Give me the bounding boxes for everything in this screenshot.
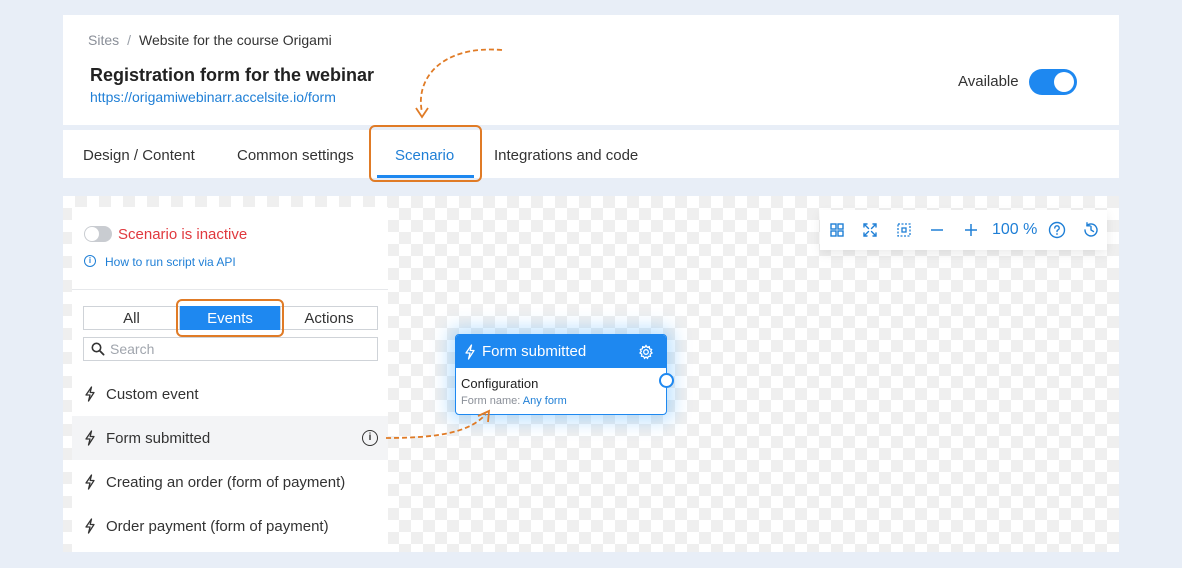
lightning-icon <box>85 474 95 490</box>
site-header: Sites / Website for the course Origami R… <box>63 15 1119 125</box>
history-icon[interactable] <box>1081 220 1101 240</box>
zoom-in-icon[interactable] <box>961 220 981 240</box>
search-input[interactable] <box>110 340 370 358</box>
tab-design-content[interactable]: Design / Content <box>83 147 195 164</box>
event-item-creating-order[interactable]: Creating an order (form of payment) <box>72 460 388 504</box>
tab-common-settings[interactable]: Common settings <box>237 147 354 164</box>
info-icon[interactable]: i <box>362 430 378 446</box>
fit-screen-icon[interactable] <box>860 220 880 240</box>
event-item-order-payment[interactable]: Order payment (form of payment) <box>72 504 388 548</box>
tab-integrations-code[interactable]: Integrations and code <box>494 147 638 164</box>
grid-icon[interactable] <box>827 220 847 240</box>
zoom-out-icon[interactable] <box>927 220 947 240</box>
event-item-label: Order payment (form of payment) <box>106 518 329 535</box>
lightning-icon <box>85 518 95 534</box>
breadcrumb-current[interactable]: Website for the course Origami <box>139 32 332 48</box>
node-form-label: Form name: <box>461 395 521 407</box>
gear-icon[interactable] <box>638 344 654 360</box>
node-output-port[interactable] <box>659 373 674 388</box>
search-field[interactable] <box>83 337 378 361</box>
page-url-link[interactable]: https://origamiwebinarr.accelsite.io/for… <box>90 89 336 105</box>
node-header[interactable]: Form submitted <box>456 335 666 368</box>
filter-actions[interactable]: Actions <box>280 306 378 330</box>
frame-select-icon[interactable] <box>894 220 914 240</box>
event-item-label: Creating an order (form of payment) <box>106 474 346 491</box>
event-item-label: Custom event <box>106 386 199 403</box>
help-icon[interactable] <box>1047 220 1067 240</box>
page-title: Registration form for the webinar <box>90 65 375 85</box>
breadcrumb-separator: / <box>127 32 132 48</box>
toggle-knob <box>85 227 99 241</box>
available-toggle[interactable] <box>1029 69 1077 95</box>
available-label: Available <box>958 73 1019 90</box>
breadcrumb: Sites / Website for the course Origami <box>88 32 332 48</box>
highlight-events-filter <box>176 299 284 337</box>
event-item-form-submitted[interactable]: Form submitted i <box>72 416 388 460</box>
filter-all[interactable]: All <box>83 306 180 330</box>
event-item-custom-event[interactable]: Custom event <box>72 372 388 416</box>
search-icon <box>91 342 105 356</box>
highlight-scenario-tab <box>369 125 482 182</box>
lightning-icon <box>465 344 475 360</box>
toggle-knob <box>1054 72 1074 92</box>
lightning-icon <box>85 430 95 446</box>
divider <box>72 289 388 290</box>
node-title: Form submitted <box>482 343 587 360</box>
zoom-level: 100 % <box>992 221 1038 238</box>
scenario-active-toggle[interactable] <box>84 226 112 242</box>
scenario-status: Scenario is inactive <box>118 226 248 243</box>
node-form-value[interactable]: Any form <box>523 395 567 407</box>
node-form-name: Form name: Any form <box>461 395 567 407</box>
scenario-node-form-submitted[interactable]: Form submitted Configuration Form name: … <box>455 334 674 415</box>
lightning-icon <box>85 386 95 402</box>
event-item-label: Form submitted <box>106 430 211 447</box>
tab-bar: Design / Content Common settings Scenari… <box>63 130 1119 178</box>
node-section-label: Configuration <box>461 376 539 391</box>
scenario-sidebar: Scenario is inactive i How to run script… <box>72 207 388 552</box>
breadcrumb-sites-link[interactable]: Sites <box>88 32 119 48</box>
info-icon: i <box>84 255 96 267</box>
canvas-toolbar: 100 % <box>820 210 1107 250</box>
api-help-link[interactable]: How to run script via API <box>105 255 236 269</box>
